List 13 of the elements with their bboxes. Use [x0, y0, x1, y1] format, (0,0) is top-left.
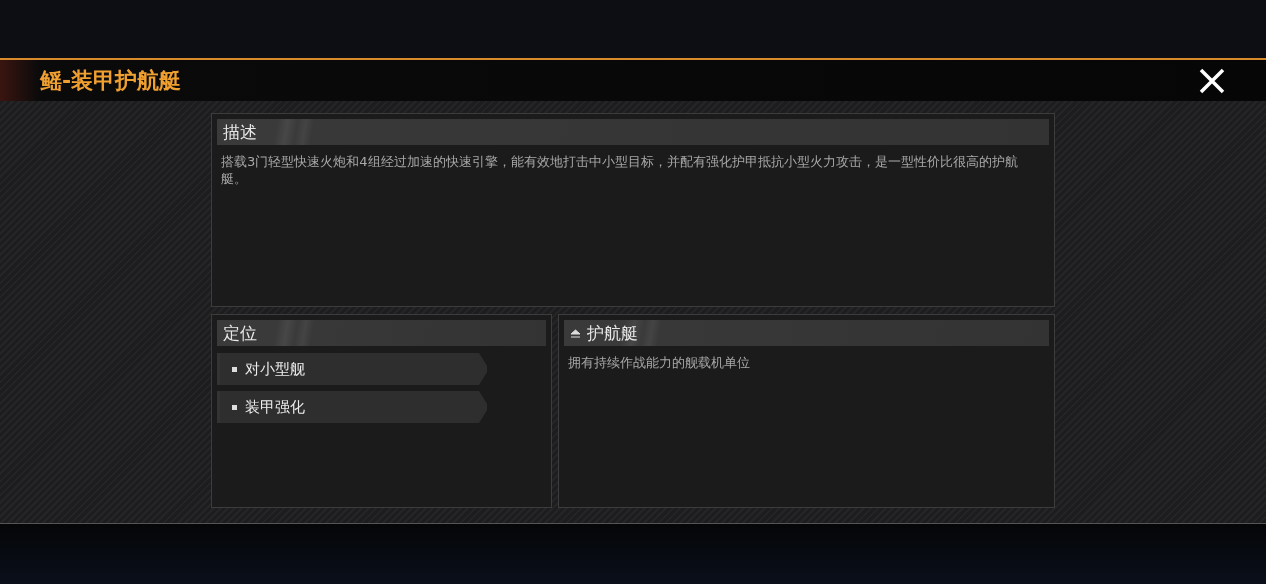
close-button[interactable] [1198, 66, 1226, 95]
bullet-icon [232, 366, 237, 372]
section-heading: 护航艇 [587, 321, 638, 345]
close-icon [1198, 66, 1226, 95]
section-heading: 描述 [223, 120, 257, 144]
dialog-title: 鳐-装甲护航艇 [40, 66, 182, 95]
tag-label: 装甲强化 [245, 397, 305, 417]
bullet-icon [232, 404, 237, 410]
chevron-up-icon [570, 328, 581, 338]
tag-label: 对小型舰 [245, 359, 305, 379]
section-heading: 定位 [223, 321, 257, 345]
class-text: 拥有持续作战能力的舰载机单位 [568, 354, 751, 371]
description-text: 搭载3门轻型快速火炮和4组经过加速的快速引擎，能有效地打击中小型目标，并配有强化护甲抵抗小型火力攻击，是一型性价比很高的护航艇。 [221, 153, 1019, 187]
